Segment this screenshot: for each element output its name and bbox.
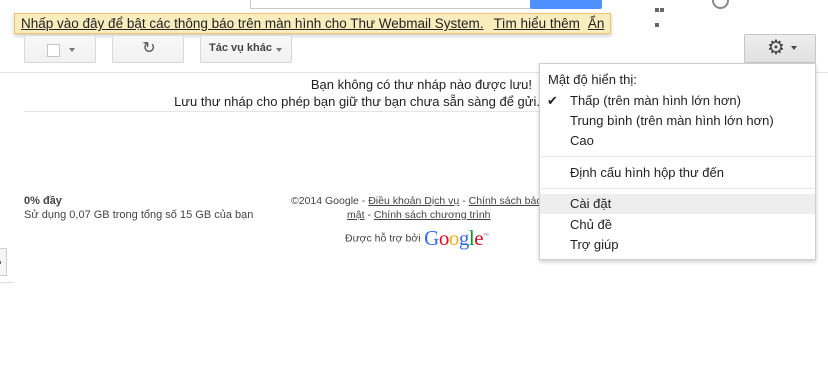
menu-item-density-medium[interactable]: Trung bình (trên màn hình lớn hơn) xyxy=(540,111,815,131)
learn-more-link[interactable]: Tìm hiểu thêm xyxy=(494,16,580,31)
program-policy-link[interactable]: Chính sách chương trình xyxy=(374,209,491,221)
chevron-down-icon xyxy=(791,46,797,50)
footer-separator: - xyxy=(367,209,371,221)
hide-notification-link[interactable]: Ẩn xyxy=(588,16,605,31)
menu-item-density-low[interactable]: ✔ Thấp (trên màn hình lớn hơn) xyxy=(540,91,815,111)
select-checkbox[interactable] xyxy=(47,44,60,57)
more-actions-label: Tác vụ khác xyxy=(209,42,272,54)
menu-item-label: Thấp (trên màn hình lớn hơn) xyxy=(570,93,741,108)
settings-button[interactable]: ⚙ xyxy=(744,34,816,63)
menu-separator xyxy=(541,156,815,157)
enable-notifications-link[interactable]: Nhấp vào đây để bật các thông báo trên m… xyxy=(21,16,484,31)
terms-link[interactable]: Điều khoản Dịch vụ xyxy=(368,195,459,207)
settings-menu: Mật độ hiển thị: ✔ Thấp (trên màn hình l… xyxy=(539,63,816,260)
powered-by-label: Được hỗ trợ bởi xyxy=(345,232,421,245)
gear-icon: ⚙ xyxy=(767,37,785,59)
chevron-down-icon xyxy=(276,48,282,52)
more-actions-button[interactable]: Tác vụ khác xyxy=(200,35,292,63)
chevron-down-icon xyxy=(69,48,75,52)
empty-drafts-title: Bạn không có thư nháp nào được lưu! xyxy=(310,77,532,92)
footer-links-line1: ©2014 Google - Điều khoản Dịch vụ - Chín… xyxy=(291,195,542,207)
menu-item-density-high[interactable]: Cao xyxy=(540,131,815,151)
select-button[interactable] xyxy=(24,35,96,63)
refresh-button[interactable]: ↻ xyxy=(112,35,184,63)
apps-icon[interactable] xyxy=(655,0,669,27)
search-input[interactable] xyxy=(250,0,531,9)
divider xyxy=(24,111,544,112)
left-panel-toggle[interactable] xyxy=(0,248,7,276)
footer-links-line2: mật - Chính sách chương trình xyxy=(347,209,491,221)
privacy-link-continued[interactable]: mật xyxy=(347,209,365,221)
menu-item-help[interactable]: Trợ giúp xyxy=(540,235,815,255)
desktop-notification-bar: Nhấp vào đây để bật các thông báo trên m… xyxy=(14,13,612,34)
google-logo: Google™ xyxy=(424,226,489,250)
search-button[interactable] xyxy=(530,0,602,9)
storage-usage: Sử dụng 0,07 GB trong tổng số 15 GB của … xyxy=(24,209,254,221)
footer-separator: - xyxy=(462,195,466,207)
privacy-link[interactable]: Chính sách bảo xyxy=(469,195,543,207)
menu-item-settings[interactable]: Cài đặt xyxy=(540,194,815,214)
divider xyxy=(0,282,14,283)
powered-by: Được hỗ trợ bởi Google™ xyxy=(345,226,489,251)
account-icon[interactable] xyxy=(712,0,729,9)
check-icon: ✔ xyxy=(547,93,558,108)
menu-item-configure-inbox[interactable]: Định cấu hình hộp thư đến xyxy=(540,163,815,183)
refresh-icon: ↻ xyxy=(142,40,156,57)
menu-separator xyxy=(541,188,815,189)
menu-item-themes[interactable]: Chủ đề xyxy=(540,215,815,235)
storage-percent: 0% đầy xyxy=(24,195,62,207)
empty-drafts-description: Lưu thư nháp cho phép bạn giữ thư bạn ch… xyxy=(174,94,540,109)
display-density-header: Mật độ hiển thị: xyxy=(548,72,637,87)
copyright: ©2014 Google - xyxy=(291,195,366,207)
